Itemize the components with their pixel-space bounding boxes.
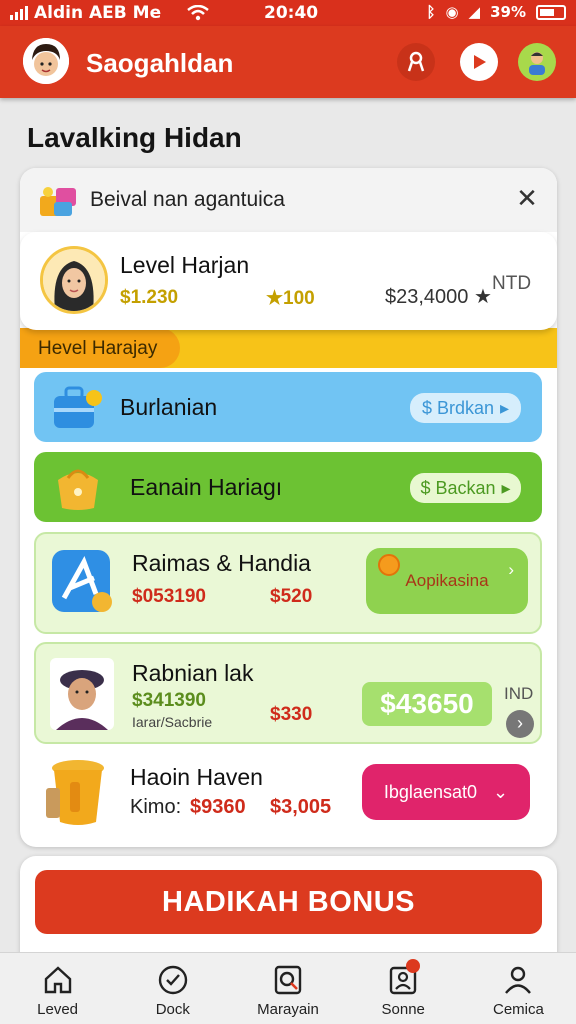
nav-item-sonne[interactable]: Sonne <box>346 953 461 1024</box>
gift-icon <box>40 187 76 216</box>
app-bar: Saogahldan <box>0 26 576 98</box>
row-title: Raimas & Handia <box>132 550 311 576</box>
list-item[interactable]: Raimas & Handia $053190 $520 Aopikasina … <box>34 532 542 634</box>
bag-icon <box>58 469 98 510</box>
row-amount: $9360 <box>190 796 246 818</box>
user-icon <box>505 966 532 994</box>
nav-item-marayain[interactable]: Marayain <box>230 953 345 1024</box>
row-amount: $053190 <box>132 586 206 607</box>
ribbon-label: Hevel Harajay <box>38 338 158 359</box>
nav-label: Leved <box>37 1001 79 1018</box>
row-dropdown-button[interactable]: Ibglaensat0 ⌄ <box>362 764 530 820</box>
row-value-badge[interactable]: $43650 <box>362 682 492 726</box>
chevron-right-icon: ▸ <box>500 397 510 418</box>
status-time: 20:40 <box>264 3 319 23</box>
play-icon[interactable] <box>460 43 498 81</box>
row-action-button[interactable]: $ Brdkan ▸ <box>410 393 521 423</box>
nav-item-cemica[interactable]: Cemica <box>461 953 576 1024</box>
profile-total: $23,4000 ★ <box>385 286 492 308</box>
alarm-icon: ◉ <box>445 3 459 21</box>
status-left: Aldin AEB Me <box>10 3 209 23</box>
carrier-text: Aldin AEB Me <box>34 3 162 23</box>
row-action-label: Aopikasina <box>405 571 489 590</box>
list-item[interactable]: Haoin Haven Kimo: $9360 $3,005 Ibglaensa… <box>34 754 542 840</box>
signal-strength-icon: ◢ <box>468 3 481 21</box>
nav-label: Marayain <box>257 1001 319 1018</box>
app-logo-icon <box>52 550 112 612</box>
row-amount-secondary: $3,005 <box>270 796 332 818</box>
nav-label: Cemica <box>492 1001 544 1018</box>
card-header-text: Beival nan agantuica <box>90 188 285 211</box>
pot-icon <box>46 760 104 825</box>
row-currency: IND <box>504 684 534 703</box>
wifi-icon <box>187 5 209 21</box>
nav-item-leved[interactable]: Leved <box>0 953 115 1024</box>
ribbon-award-icon[interactable] <box>397 43 435 81</box>
profile-avatar-icon[interactable] <box>518 43 556 81</box>
battery-icon <box>536 4 566 20</box>
list-item[interactable]: Rabnian lak $341390 Iarar/Sacbrie $330 $… <box>34 642 542 744</box>
row-title: Haoin Haven <box>130 764 263 790</box>
row-amount-secondary: $520 <box>270 586 313 607</box>
chevron-right-icon: › <box>508 560 514 579</box>
user-photo <box>40 246 108 314</box>
profile-name: Level Harjan <box>120 252 250 278</box>
briefcase-icon <box>54 386 102 428</box>
check-circle-icon <box>158 965 187 995</box>
home-icon <box>44 966 71 994</box>
notification-badge <box>405 959 420 973</box>
row-action-button[interactable]: $ Backan ▸ <box>410 473 521 503</box>
row-action-label: Ibglaensat0 <box>383 781 477 802</box>
close-icon[interactable]: ✕ <box>513 184 541 212</box>
row-title: Burlanian <box>120 394 218 420</box>
avatar[interactable] <box>23 38 69 84</box>
list-item[interactable]: Burlanian $ Brdkan ▸ <box>34 372 542 442</box>
ribbon-tag: Hevel Harajay <box>20 328 180 368</box>
chevron-right-icon: ▸ <box>501 477 511 498</box>
coin-icon <box>378 554 400 576</box>
row-action-label: $ Brdkan <box>421 397 494 418</box>
row-action-button[interactable]: Aopikasina › <box>366 548 528 614</box>
nav-item-dock[interactable]: Dock <box>115 953 230 1024</box>
profile-stars: ★100 <box>266 288 315 309</box>
status-right: ᛒ ◉ ◢ 39% <box>426 3 566 21</box>
search-doc-icon <box>274 965 302 995</box>
bottom-nav: Leved Dock Marayain Sonne Cemica <box>0 952 576 1024</box>
bonus-button[interactable]: HADIKAH BONUS <box>35 870 542 934</box>
nav-label: Dock <box>155 1001 190 1018</box>
row-prefix: Kimo: <box>130 796 182 818</box>
row-title: Eanain Hariagı <box>130 474 283 500</box>
chevron-right-icon[interactable]: › <box>506 710 534 738</box>
profile-currency: NTD <box>492 273 532 294</box>
row-action-label: $ Backan <box>420 477 496 498</box>
level-ribbon: Hevel Harajay <box>20 328 557 368</box>
profile-balance: $1.230 <box>120 287 179 308</box>
profile-summary[interactable]: Level Harjan $1.230 ★100 $23,4000 ★ NTD <box>20 232 557 330</box>
row-sublabel: Iarar/Sacbrie <box>132 714 213 730</box>
nav-label: Sonne <box>381 1001 425 1018</box>
page-title: Lavalking Hidan <box>27 122 242 153</box>
person-photo-icon <box>50 658 114 730</box>
battery-percent: 39% <box>490 3 526 21</box>
bluetooth-icon: ᛒ <box>426 3 436 21</box>
rewards-card: Beival nan agantuica ✕ Level Harjan $1.2… <box>20 168 557 847</box>
signal-icon <box>10 6 28 20</box>
list-item[interactable]: Eanain Hariagı $ Backan ▸ <box>34 452 542 522</box>
row-amount: $341390 <box>132 690 206 711</box>
card-header: Beival nan agantuica ✕ <box>20 168 557 232</box>
status-bar: Aldin AEB Me 20:40 ᛒ ◉ ◢ 39% <box>0 0 576 26</box>
app-title: Saogahldan <box>86 48 234 78</box>
row-title: Rabnian lak <box>132 660 254 686</box>
bonus-panel: HADIKAH BONUS <box>20 856 557 966</box>
row-amount-secondary: $330 <box>270 704 313 725</box>
chevron-down-icon: ⌄ <box>492 781 509 802</box>
